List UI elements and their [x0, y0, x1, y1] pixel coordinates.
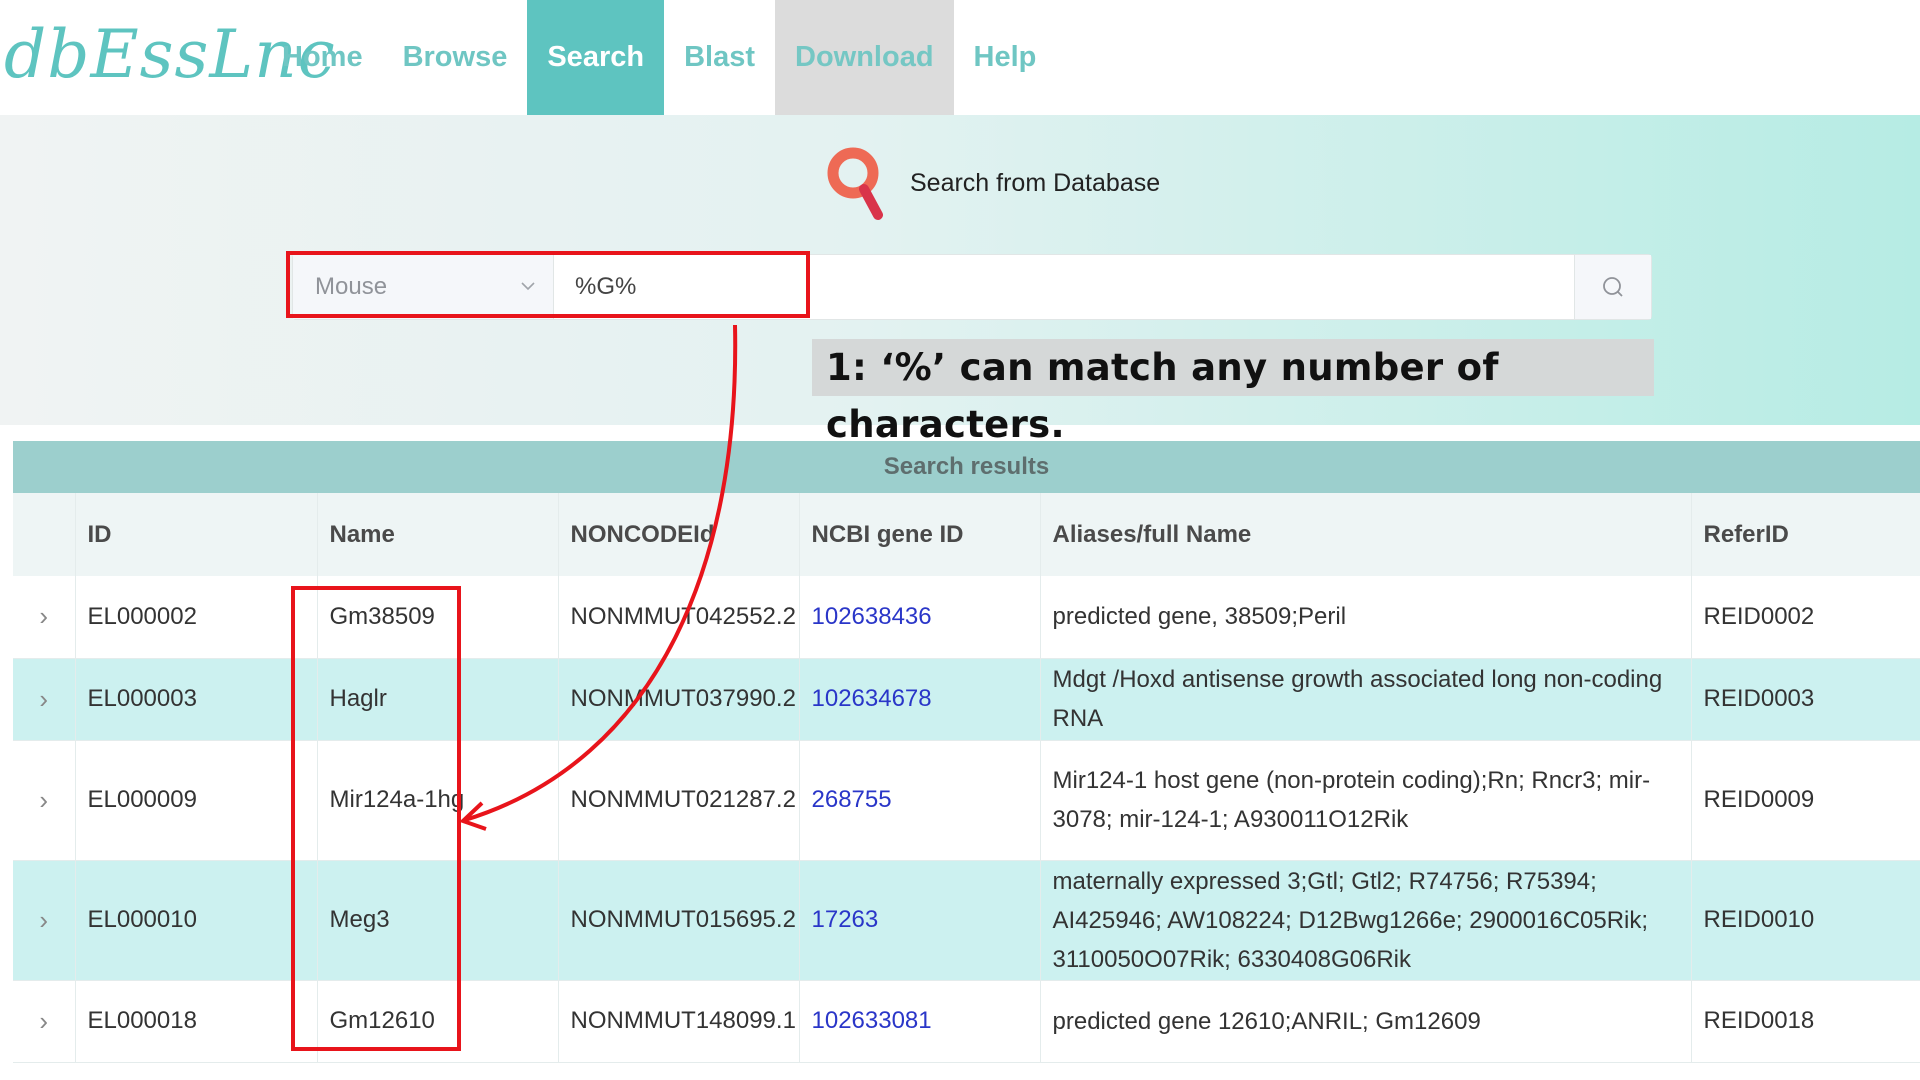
annotation-name-column-box [291, 586, 461, 1051]
cell-refer: REID0018 [1691, 980, 1920, 1063]
table-header-row: ID Name NONCODEId NCBI gene ID Aliases/f… [13, 493, 1920, 576]
cell-noncode: NONMMUT037990.2 [558, 658, 800, 741]
col-id[interactable]: ID [75, 493, 318, 576]
cell-ncbi-link[interactable]: 102638436 [799, 576, 1041, 659]
cell-ncbi-link[interactable]: 268755 [799, 740, 1041, 861]
cell-noncode: NONMMUT042552.2 [558, 576, 800, 659]
expand-chevron-icon[interactable]: › [13, 740, 76, 861]
col-expand [13, 493, 76, 576]
expand-chevron-icon[interactable]: › [13, 576, 76, 659]
expand-chevron-icon[interactable]: › [13, 980, 76, 1063]
top-navbar: dbEssLnc Home Browse Search Blast Downlo… [0, 0, 1920, 115]
cell-noncode: NONMMUT148099.1 [558, 980, 800, 1063]
cell-aliases: Mir124-1 host gene (non-protein coding);… [1040, 740, 1692, 861]
nav-home[interactable]: Home [266, 0, 379, 115]
nav-help[interactable]: Help [958, 0, 1053, 115]
cell-aliases: predicted gene 12610;ANRIL; Gm12609 [1040, 980, 1692, 1063]
magnifier-logo-icon [827, 147, 883, 220]
cell-aliases: maternally expressed 3;Gtl; Gtl2; R74756… [1040, 860, 1692, 981]
results-caption: Search results [13, 441, 1920, 493]
cell-refer: REID0009 [1691, 740, 1920, 861]
cell-id: EL000003 [75, 658, 318, 741]
cell-noncode: NONMMUT021287.2 [558, 740, 800, 861]
cell-id: EL000018 [75, 980, 318, 1063]
nav-browse[interactable]: Browse [387, 0, 524, 115]
cell-refer: REID0010 [1691, 860, 1920, 981]
annotation-highlight-box [286, 251, 810, 318]
col-refer[interactable]: ReferID [1691, 493, 1920, 576]
search-icon [1603, 277, 1623, 297]
col-name[interactable]: Name [317, 493, 559, 576]
nav-search[interactable]: Search [527, 0, 665, 115]
search-heading: Search from Database [826, 143, 1160, 223]
cell-id: EL000010 [75, 860, 318, 981]
col-ncbi[interactable]: NCBI gene ID [799, 493, 1041, 576]
cell-refer: REID0003 [1691, 658, 1920, 741]
search-title: Search from Database [910, 168, 1161, 197]
nav-download[interactable]: Download [775, 0, 954, 115]
cell-id: EL000002 [75, 576, 318, 659]
cell-ncbi-link[interactable]: 102633081 [799, 980, 1041, 1063]
cell-ncbi-link[interactable]: 102634678 [799, 658, 1041, 741]
cell-aliases: predicted gene, 38509;Peril [1040, 576, 1692, 659]
search-button[interactable] [1574, 255, 1651, 319]
main-nav: Home Browse Search Blast Download Help [262, 0, 1056, 115]
col-aliases[interactable]: Aliases/full Name [1040, 493, 1692, 576]
cell-noncode: NONMMUT015695.2 [558, 860, 800, 981]
cell-refer: REID0002 [1691, 576, 1920, 659]
nav-blast[interactable]: Blast [668, 0, 771, 115]
annotation-note: 1: ‘%’ can match any number of character… [812, 339, 1654, 446]
cell-id: EL000009 [75, 740, 318, 861]
col-noncode[interactable]: NONCODEId [558, 493, 800, 576]
cell-ncbi-link[interactable]: 17263 [799, 860, 1041, 981]
expand-chevron-icon[interactable]: › [13, 658, 76, 741]
cell-aliases: Mdgt /Hoxd antisense growth associated l… [1040, 658, 1692, 741]
expand-chevron-icon[interactable]: › [13, 860, 76, 981]
